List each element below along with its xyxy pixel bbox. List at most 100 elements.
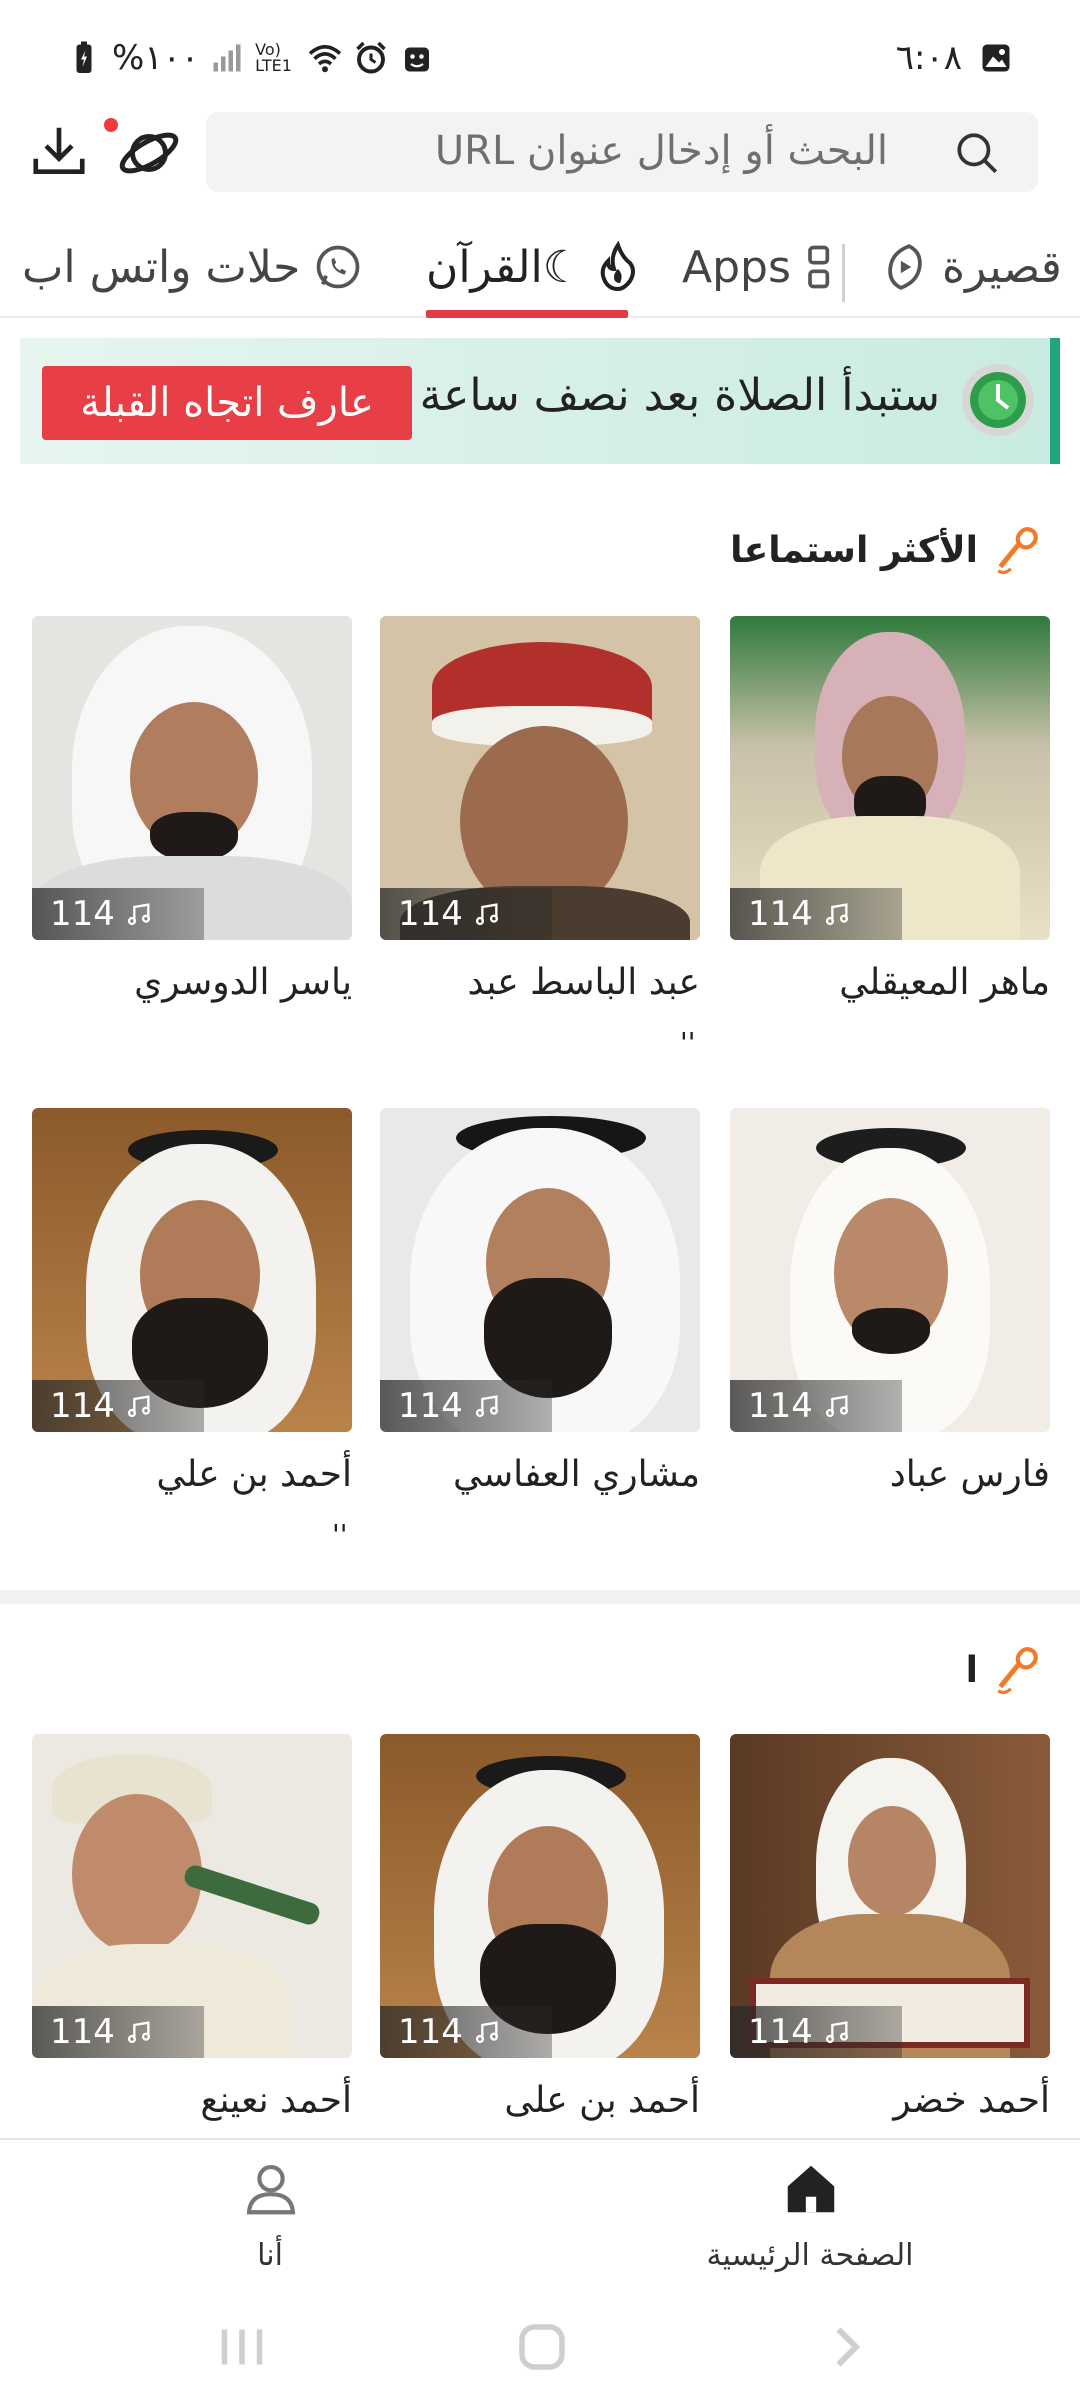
tab-separator xyxy=(842,244,845,302)
nav-label: أنا xyxy=(257,2238,283,2273)
active-tab-indicator xyxy=(426,310,628,318)
download-icon[interactable] xyxy=(28,120,90,182)
music-note-icon xyxy=(825,903,848,926)
status-time: ٦:٠٨ xyxy=(895,38,962,78)
reciter-image: 114 xyxy=(730,616,1050,940)
android-icon xyxy=(405,47,430,72)
reciter-card[interactable]: 114 فارس عباد xyxy=(730,1108,1050,1495)
reciter-image: 114 xyxy=(32,1108,352,1432)
track-count-badge: 114 xyxy=(730,2006,902,2058)
alarm-icon xyxy=(356,41,386,74)
reciter-name-quote: '' xyxy=(680,1026,696,1059)
music-note-icon xyxy=(475,903,498,926)
reciter-card[interactable]: 114 ياسر الدوسري xyxy=(32,616,352,1003)
tab-shorts[interactable]: قصيرة xyxy=(880,232,1062,302)
user-icon xyxy=(246,2164,296,2215)
search-icon xyxy=(957,133,998,174)
status-icons-left: %١٠٠ Vo) LTE1 xyxy=(66,38,435,78)
nav-home[interactable]: الصفحة الرئيسية xyxy=(680,2154,940,2284)
reciter-name: أحمد نعينع xyxy=(200,2080,352,2121)
track-count-badge: 114 xyxy=(32,888,204,940)
music-note-icon xyxy=(475,2021,498,2044)
home-button-icon[interactable] xyxy=(512,2322,572,2372)
system-navigation-bar xyxy=(0,2288,1080,2400)
track-count-badge: 114 xyxy=(32,1380,204,1432)
microphone-icon xyxy=(997,527,1038,575)
music-note-icon xyxy=(127,2021,150,2044)
nav-me[interactable]: أنا xyxy=(140,2154,400,2284)
tab-whatsapp-status[interactable]: حلات واتس اب xyxy=(22,232,364,302)
reciter-image: 114 xyxy=(730,1734,1050,2058)
microphone-icon xyxy=(997,1647,1038,1695)
clock-icon xyxy=(962,364,1034,436)
tab-label: Apps xyxy=(682,241,791,293)
tab-apps[interactable]: Apps xyxy=(682,232,843,302)
section-divider xyxy=(0,1590,1080,1604)
reciter-name: عبد الباسط عبد xyxy=(467,962,700,1003)
back-icon[interactable] xyxy=(816,2322,876,2372)
reciter-card[interactable]: 114 أحمد بن علي '' xyxy=(32,1108,352,1551)
bottom-navigation: الصفحة الرئيسية أنا xyxy=(0,2138,1080,2288)
short-video-icon xyxy=(888,244,922,290)
track-count: 114 xyxy=(748,1386,813,1426)
wifi-icon xyxy=(308,44,342,73)
fire-icon xyxy=(600,241,636,292)
reciter-card[interactable]: 114 عبد الباسط عبد '' xyxy=(380,616,700,1059)
music-note-icon xyxy=(825,1395,848,1418)
planet-icon[interactable] xyxy=(116,120,182,186)
prayer-countdown-text: ستبدأ الصلاة بعد نصف ساعة xyxy=(419,370,940,421)
track-count: 114 xyxy=(398,1386,463,1426)
network-label: Vo) LTE1 xyxy=(255,40,292,75)
section-header-most-listened: الأكثر استماعا xyxy=(730,520,1042,580)
reciter-card[interactable]: 114 مشاري العفاسي xyxy=(380,1108,700,1495)
reciter-card[interactable]: 114 أحمد نعينع xyxy=(32,1734,352,2121)
track-count: 114 xyxy=(398,2012,463,2052)
tab-quran[interactable]: القرآن☾ xyxy=(426,232,642,302)
prayer-banner[interactable]: ستبدأ الصلاة بعد نصف ساعة عارف اتجاه الق… xyxy=(20,338,1060,464)
reciter-name: فارس عباد xyxy=(889,1454,1050,1495)
nav-label: الصفحة الرئيسية xyxy=(706,2238,914,2273)
track-count-badge: 114 xyxy=(32,2006,204,2058)
battery-charging-icon xyxy=(76,41,92,73)
reciter-image: 114 xyxy=(32,1734,352,2058)
section-title: الأكثر استماعا xyxy=(730,529,978,571)
track-count-badge: 114 xyxy=(730,1380,902,1432)
reciter-card[interactable]: 114 أحمد خضر xyxy=(730,1734,1050,2121)
signal-icon xyxy=(213,44,241,72)
reciter-card[interactable]: 114 ماهر المعيقلي xyxy=(730,616,1050,1003)
track-count-badge: 114 xyxy=(380,2006,552,2058)
search-placeholder: البحث أو إدخال عنوان URL xyxy=(434,128,888,174)
reciter-card[interactable]: 114 أحمد بن على xyxy=(380,1734,700,2121)
track-count-badge: 114 xyxy=(380,1380,552,1432)
track-count: 114 xyxy=(748,894,813,934)
gallery-icon xyxy=(982,44,1010,72)
search-input[interactable]: البحث أو إدخال عنوان URL xyxy=(206,112,1038,192)
reciter-image: 114 xyxy=(730,1108,1050,1432)
track-count: 114 xyxy=(50,1386,115,1426)
music-note-icon xyxy=(127,1395,150,1418)
section-header-second: ا xyxy=(966,1640,1042,1700)
track-count: 114 xyxy=(748,2012,813,2052)
reciter-name: أحمد بن علي xyxy=(156,1454,352,1495)
tab-label: قصيرة xyxy=(942,241,1062,293)
qibla-direction-button[interactable]: عارف اتجاه القبلة xyxy=(42,366,412,440)
tab-label: القرآن☾ xyxy=(426,241,583,293)
reciter-name: مشاري العفاسي xyxy=(452,1454,700,1495)
music-note-icon xyxy=(825,2021,848,2044)
reciter-image: 114 xyxy=(380,1734,700,2058)
battery-percentage: %١٠٠ xyxy=(112,38,200,78)
apps-grid-icon xyxy=(808,245,830,289)
reciter-name: ماهر المعيقلي xyxy=(839,962,1050,1003)
section-title: ا xyxy=(965,1649,978,1691)
reciter-image: 114 xyxy=(380,1108,700,1432)
category-tabs: حلات واتس اب القرآن☾ Apps قصيرة xyxy=(0,222,1080,318)
track-count: 114 xyxy=(398,894,463,934)
music-note-icon xyxy=(127,903,150,926)
home-icon xyxy=(787,2165,835,2213)
music-note-icon xyxy=(475,1395,498,1418)
whatsapp-icon xyxy=(316,245,360,289)
tab-label: حلات واتس اب xyxy=(22,241,301,293)
recent-apps-icon[interactable] xyxy=(212,2322,272,2372)
reciter-name: ياسر الدوسري xyxy=(134,962,352,1003)
reciter-image: 114 xyxy=(32,616,352,940)
